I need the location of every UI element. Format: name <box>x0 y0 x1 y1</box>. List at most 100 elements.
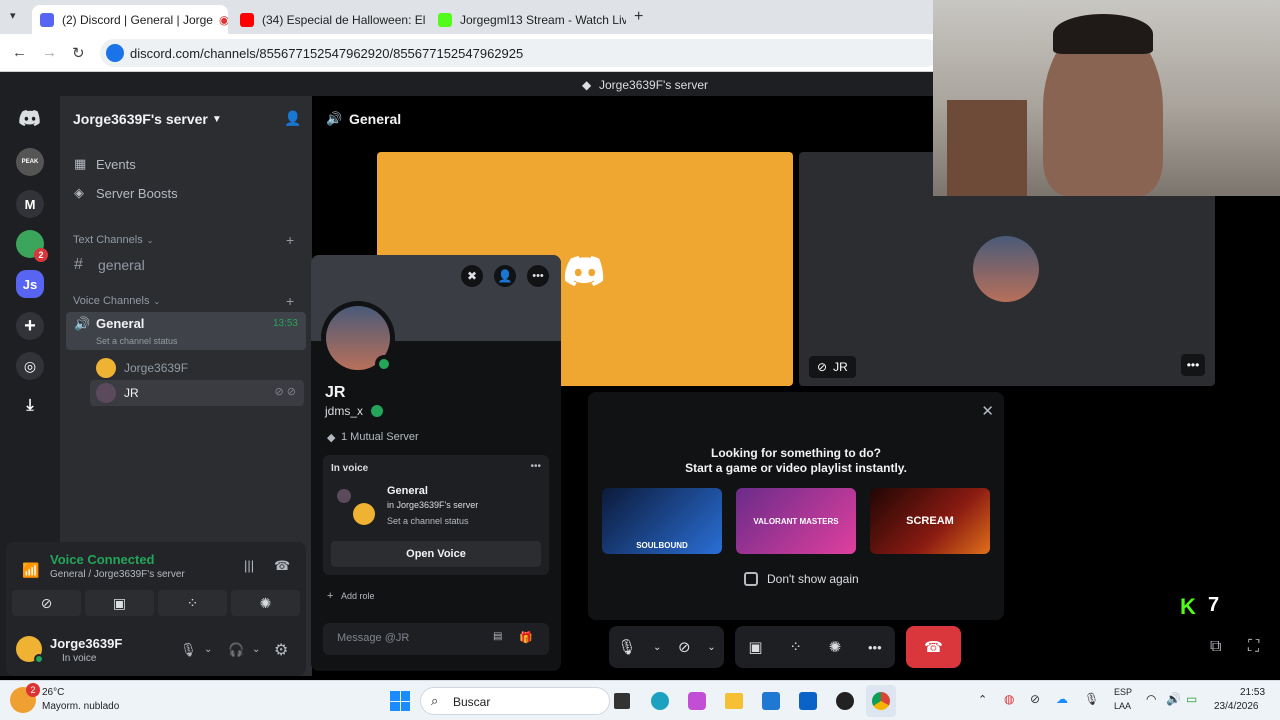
voice-connected-subtitle[interactable]: General / Jorge3639F's server <box>50 569 185 580</box>
gif-icon[interactable]: ▤ <box>493 631 502 642</box>
fullscreen-icon[interactable]: ⛶ <box>1248 638 1259 656</box>
server-colorful[interactable]: 2 <box>16 230 48 262</box>
activity-card-valorant[interactable]: VALORANT MASTERS <box>736 488 856 554</box>
edge-icon[interactable] <box>651 692 669 710</box>
screen-share-icon[interactable]: ▣ <box>748 638 762 656</box>
forward-icon[interactable]: → <box>42 44 57 61</box>
windows-start-icon[interactable] <box>390 691 410 711</box>
weather-icon[interactable]: 2 <box>10 683 40 713</box>
activities-icon[interactable]: ⁘ <box>789 638 802 656</box>
tab-kick[interactable]: Jorgegml13 Stream - Watch Liv ✕ <box>430 5 626 34</box>
close-icon[interactable]: ✕ <box>981 402 994 420</box>
language-indicator[interactable]: ESP <box>1114 687 1132 697</box>
task-view-icon[interactable] <box>614 693 630 709</box>
tray-app-icon[interactable]: ⊘ <box>1030 692 1040 706</box>
recording-icon: ◉ <box>218 12 228 27</box>
voice-category[interactable]: Voice Channels ⌄ <box>73 295 160 307</box>
server-name-header[interactable]: Jorge3639F's server ▼ <box>73 111 222 127</box>
voice-channel-general[interactable]: 🔊 General 13:53 Set a channel status <box>66 312 306 350</box>
voice-channel-status: Set a channel status <box>387 516 469 526</box>
card-more-icon[interactable]: ••• <box>530 461 541 472</box>
mutual-servers[interactable]: 1 Mutual Server <box>341 431 419 443</box>
chevron-down-icon[interactable]: ⌄ <box>653 642 661 653</box>
remove-friend-icon[interactable]: ✖ <box>461 265 483 287</box>
chrome-taskbar-button[interactable] <box>866 685 896 717</box>
open-voice-button[interactable]: Open Voice <box>331 541 541 567</box>
store-icon[interactable] <box>762 692 780 710</box>
add-role-button[interactable]: Add role <box>341 591 375 601</box>
volume-icon[interactable]: 🔊 <box>1166 692 1181 706</box>
voice-user-jr[interactable]: JR ⊘ ⊘ <box>90 380 304 406</box>
disconnect-button[interactable]: ☎ <box>906 626 961 668</box>
copilot-icon[interactable] <box>688 692 706 710</box>
server-js[interactable]: Js <box>16 270 44 298</box>
add-server-icon[interactable]: + <box>16 312 44 340</box>
file-explorer-icon[interactable] <box>725 693 743 709</box>
gift-icon[interactable]: 🎁 <box>519 631 533 644</box>
screen-share-icon[interactable]: ▣ <box>85 590 154 616</box>
sidebar-item-boosts[interactable]: ◈ Server Boosts <box>74 185 178 201</box>
reload-icon[interactable]: ↻ <box>72 44 85 62</box>
dont-show-checkbox[interactable] <box>744 572 758 586</box>
chevron-down-icon[interactable]: ⌄ <box>204 644 212 655</box>
mic-icon[interactable]: 🎙 <box>617 638 636 656</box>
message-input[interactable]: Message @JR ▤ 🎁 <box>323 623 549 655</box>
keyboard-layout[interactable]: LAA <box>1114 701 1131 711</box>
outlook-icon[interactable] <box>799 692 817 710</box>
settings-gear-icon[interactable]: ⚙ <box>274 640 288 660</box>
tray-chevron-icon[interactable]: ⌃ <box>978 693 987 706</box>
server-peak[interactable]: PEAK <box>16 148 44 176</box>
disconnect-icon[interactable]: ☎ <box>274 558 290 574</box>
server-m[interactable]: M <box>16 190 44 218</box>
avatar[interactable] <box>16 636 44 664</box>
avatar <box>353 503 375 525</box>
soundboard-icon[interactable]: ✺ <box>231 590 300 616</box>
battery-icon[interactable]: ▭ <box>1186 692 1197 706</box>
wifi-icon[interactable]: ◠ <box>1146 692 1156 706</box>
headphones-icon[interactable]: 🎧 <box>228 642 244 658</box>
mic-icon[interactable]: 🎙 <box>180 642 197 658</box>
tab-search-icon[interactable]: ▾ <box>10 9 16 22</box>
download-icon[interactable]: ⤓ <box>16 392 44 420</box>
kick-logo-icon: K <box>1180 594 1196 619</box>
discover-icon[interactable]: ◎ <box>16 352 44 380</box>
chevron-down-icon[interactable]: ⌄ <box>252 644 260 655</box>
add-text-channel-icon[interactable]: + <box>286 232 294 248</box>
tab-discord[interactable]: (2) Discord | General | Jorge ◉ ✕ <box>32 5 228 34</box>
discord-home-icon[interactable] <box>16 104 44 132</box>
add-friend-icon[interactable]: 👤 <box>494 265 516 287</box>
text-category[interactable]: Text Channels ⌄ <box>73 234 153 246</box>
camera-toggle-icon[interactable]: ⊘ <box>12 590 81 616</box>
app-icon[interactable] <box>836 692 854 710</box>
soundboard-icon[interactable]: ✺ <box>829 638 842 656</box>
avatar[interactable] <box>321 301 395 375</box>
sidebar-item-events[interactable]: ▦ Events <box>74 156 136 172</box>
tile-more-icon[interactable]: ••• <box>1181 354 1205 376</box>
activities-icon[interactable]: ⁘ <box>158 590 227 616</box>
tray-app-icon[interactable]: ◍ <box>1004 692 1014 706</box>
voice-user-jorge[interactable]: Jorge3639F <box>96 358 188 378</box>
channel-status[interactable]: Set a channel status <box>96 336 178 346</box>
onedrive-icon[interactable]: ☁ <box>1056 692 1068 706</box>
clock-time[interactable]: 21:53 <box>1240 687 1265 698</box>
mic-tray-icon[interactable]: 🎙 <box>1084 692 1099 706</box>
activity-card-soulbound[interactable]: SOULBOUND <box>602 488 722 554</box>
mic-permission-icon[interactable] <box>106 44 124 62</box>
user-name[interactable]: Jorge3639F <box>50 636 122 651</box>
back-icon[interactable]: ← <box>12 44 27 61</box>
activity-card-scream[interactable]: SCREAM <box>870 488 990 554</box>
popout-icon[interactable]: ⧉ <box>1210 638 1221 656</box>
camera-off-icon[interactable]: ⊘ <box>678 638 691 656</box>
taskbar-search[interactable]: ⌕ Buscar <box>420 687 610 715</box>
profile-more-icon[interactable]: ••• <box>527 265 549 287</box>
clock-date[interactable]: 23/4/2026 <box>1214 701 1259 712</box>
url-field[interactable]: discord.com/channels/855677152547962920/… <box>100 39 940 67</box>
chevron-down-icon[interactable]: ⌄ <box>707 642 715 653</box>
invite-people-icon[interactable]: 👤 <box>284 110 301 127</box>
noise-suppression-icon[interactable]: ||| <box>244 558 254 573</box>
tab-youtube[interactable]: (34) Especial de Halloween: El D ✕ <box>232 5 428 34</box>
more-options-icon[interactable]: ••• <box>868 640 882 655</box>
channel-general-text[interactable]: # general <box>74 256 145 274</box>
add-voice-channel-icon[interactable]: + <box>286 293 294 309</box>
new-tab-icon[interactable]: + <box>634 8 643 26</box>
